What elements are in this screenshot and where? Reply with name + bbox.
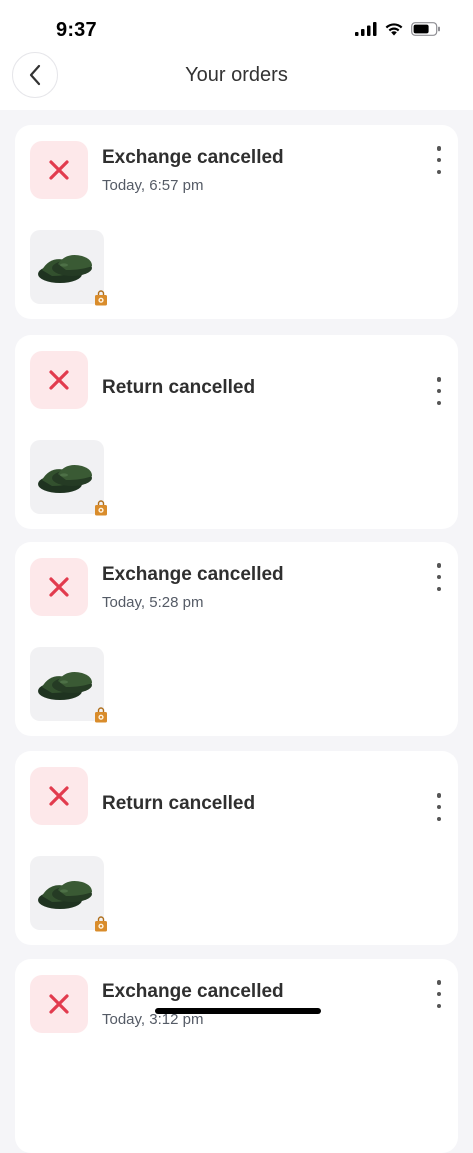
product-thumbnail[interactable] [30,230,107,306]
more-dot [436,146,442,151]
slide-sandals-image [38,672,92,700]
shopping-bag-icon [95,707,107,723]
more-dot [436,388,442,394]
more-dot [436,563,442,568]
more-dot [436,574,442,580]
order-status-title: Exchange cancelled [102,147,284,168]
status-icons [355,22,441,36]
nav-bar: Your orders [0,52,473,110]
more-dot [436,804,442,810]
cancelled-status-badge [30,767,88,825]
x-icon [49,160,69,180]
order-card[interactable]: Exchange cancelled Today, 3:12 pm [15,959,458,1153]
more-dot [436,1003,442,1008]
order-status-title: Return cancelled [102,377,256,398]
order-status-title: Exchange cancelled [102,981,284,1002]
cancelled-status-badge [30,141,88,199]
order-timestamp: Today, 6:57 pm [102,177,204,194]
order-card[interactable]: Return cancelled [15,335,458,529]
x-icon [49,786,69,806]
more-dot [436,991,442,997]
slide-sandals-image [38,465,92,493]
product-thumbnail[interactable] [30,440,107,516]
more-options-button[interactable] [432,563,446,591]
cancelled-status-badge [30,351,88,409]
slide-sandals-image [38,255,92,283]
order-card[interactable]: Return cancelled [15,751,458,945]
order-card[interactable]: Exchange cancelled Today, 5:28 pm [15,542,458,736]
more-options-button[interactable] [432,980,446,1008]
cancelled-status-badge [30,975,88,1033]
cellular-signal-icon [355,22,377,36]
order-card[interactable]: Exchange cancelled Today, 6:57 pm [15,125,458,319]
order-status-title: Exchange cancelled [102,564,284,585]
more-dot [436,400,442,405]
more-dot [436,816,442,821]
shopping-bag-icon [95,916,107,932]
order-timestamp: Today, 5:28 pm [102,594,204,611]
product-thumbnail[interactable] [30,647,107,723]
status-time: 9:37 [56,19,97,41]
more-dot [436,157,442,163]
x-icon [49,577,69,597]
wifi-icon [385,23,403,36]
x-icon [49,370,69,390]
more-options-button[interactable] [432,793,446,821]
more-options-button[interactable] [432,377,446,405]
shopping-bag-icon [95,500,107,516]
more-dot [436,169,442,174]
order-status-title: Return cancelled [102,793,256,814]
shopping-bag-icon [95,290,107,306]
product-thumbnail[interactable] [30,856,107,932]
cancelled-status-badge [30,558,88,616]
home-indicator [155,1008,321,1014]
page-title: Your orders [185,64,288,86]
more-dot [436,377,442,382]
more-dot [436,980,442,985]
more-dot [436,586,442,591]
more-dot [436,793,442,798]
slide-sandals-image [38,881,92,909]
x-icon [49,994,69,1014]
battery-icon [411,22,440,36]
status-bar: 9:37 [0,0,473,52]
more-options-button[interactable] [432,146,446,174]
